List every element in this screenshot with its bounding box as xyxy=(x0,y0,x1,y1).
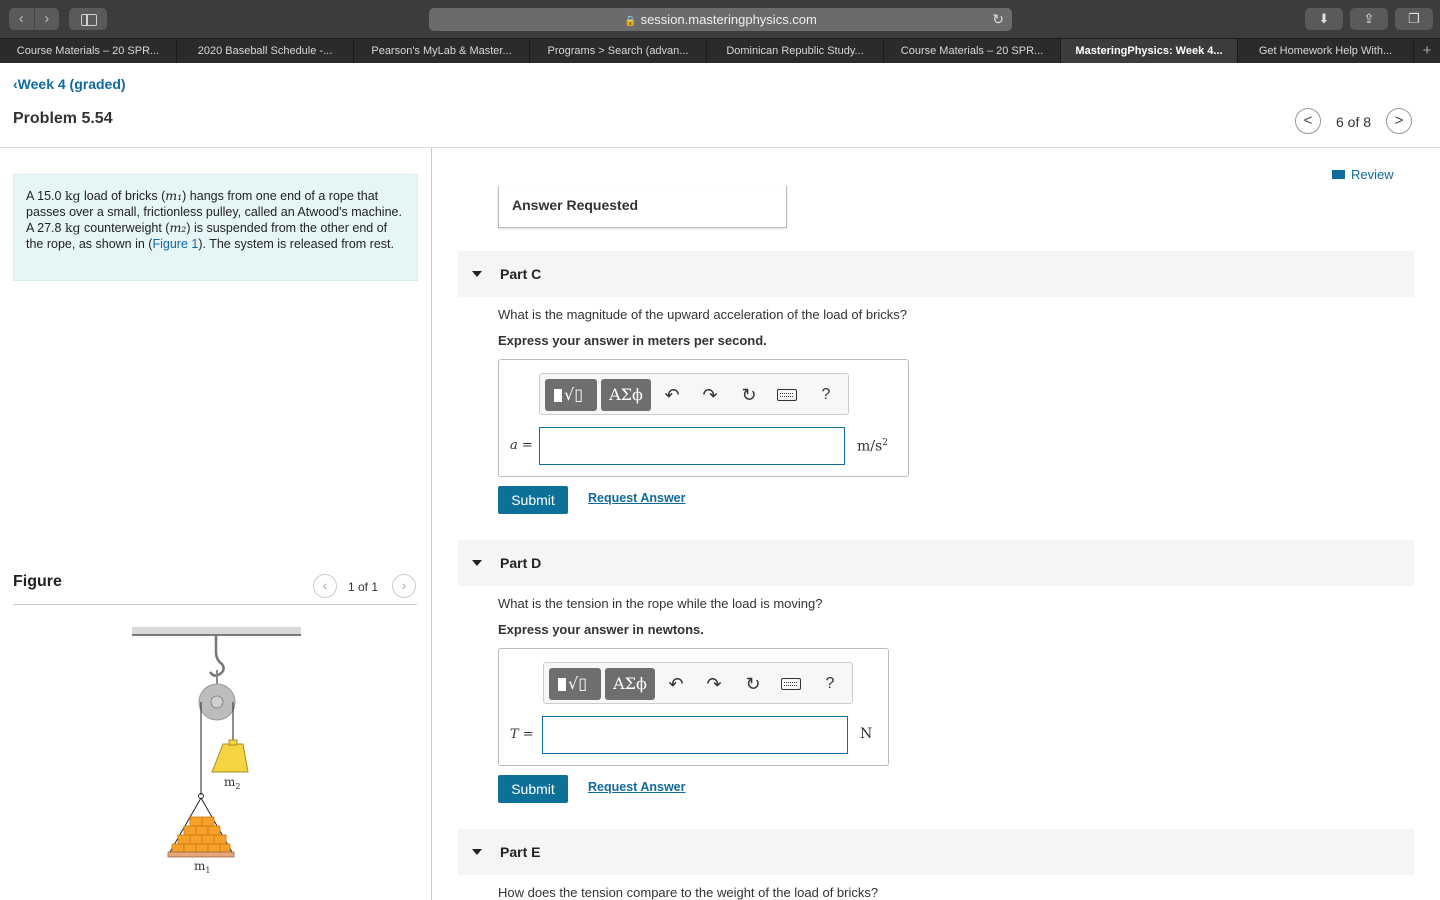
part-label: Part E xyxy=(500,844,541,860)
browser-tab-active[interactable]: MasteringPhysics: Week 4... xyxy=(1061,39,1238,63)
previous-problem-button[interactable]: < xyxy=(1295,108,1321,134)
sqrt-icon: √▯ xyxy=(564,385,583,404)
browser-tab[interactable]: Course Materials – 20 SPR... xyxy=(0,39,177,63)
keyboard-icon[interactable] xyxy=(777,389,797,401)
unit-label: N xyxy=(860,726,873,742)
math-toolbar: √▯ ΑΣϕ ↶ ↷ ↻ ? xyxy=(539,373,849,415)
browser-tab[interactable]: Dominican Republic Study... xyxy=(707,39,884,63)
redo-icon[interactable]: ↷ xyxy=(702,670,726,698)
part-e-question: How does the tension compare to the weig… xyxy=(498,885,879,900)
greek-symbols-button[interactable]: ΑΣϕ xyxy=(605,668,655,700)
back-to-assignment-link[interactable]: ‹Week 4 (graded) xyxy=(13,76,126,92)
figure-prev-button[interactable]: ‹ xyxy=(313,574,337,598)
atwood-machine-figure: m2 m1 xyxy=(132,627,301,875)
figure-divider xyxy=(13,604,417,605)
browser-tab[interactable]: Course Materials – 20 SPR... xyxy=(884,39,1061,63)
redo-icon[interactable]: ↷ xyxy=(698,381,722,409)
counterweight-m2 xyxy=(211,743,249,773)
page-title: Problem 5.54 xyxy=(13,110,113,127)
part-e-header[interactable]: Part E xyxy=(458,829,1414,875)
url-text: session.masteringphysics.com xyxy=(640,12,817,27)
new-tab-button[interactable]: + xyxy=(1414,39,1440,63)
help-icon[interactable]: ? xyxy=(818,670,842,698)
part-c-instruction: Express your answer in meters per second… xyxy=(498,333,767,348)
part-c-header[interactable]: Part C xyxy=(458,251,1414,297)
help-icon[interactable]: ? xyxy=(814,381,838,409)
part-label: Part C xyxy=(500,266,542,282)
sidebar-toggle-icon[interactable] xyxy=(69,8,107,30)
figure-pager: 1 of 1 xyxy=(348,580,379,594)
header-divider xyxy=(0,147,1440,148)
templates-button[interactable]: √▯ xyxy=(545,379,597,411)
part-d-instruction: Express your answer in newtons. xyxy=(498,622,704,637)
collapse-caret-icon xyxy=(472,271,482,277)
ceiling-beam xyxy=(132,627,301,635)
browser-nav-buttons: ‹ › xyxy=(9,8,59,30)
browser-titlebar: ‹ › 🔒 session.masteringphysics.com ↻ ⬇ ⇪ … xyxy=(0,0,1440,38)
variable-label: a = xyxy=(510,438,533,453)
figure-link[interactable]: Figure 1 xyxy=(152,237,198,251)
collapse-caret-icon xyxy=(472,849,482,855)
answer-requested-notice: Answer Requested xyxy=(498,186,787,228)
part-d-submit-button[interactable]: Submit xyxy=(498,775,568,803)
forward-arrow-icon[interactable]: › xyxy=(35,8,60,30)
reset-icon[interactable]: ↻ xyxy=(737,381,761,409)
browser-tab[interactable]: Programs > Search (advan... xyxy=(530,39,707,63)
unit-label: m/s2 xyxy=(857,438,888,455)
next-problem-button[interactable]: > xyxy=(1386,108,1412,134)
reset-icon[interactable]: ↻ xyxy=(741,670,765,698)
lock-icon: 🔒 xyxy=(624,16,637,27)
address-bar[interactable]: 🔒 session.masteringphysics.com ↻ xyxy=(429,8,1012,31)
label-m2: m2 xyxy=(224,775,240,791)
browser-tab[interactable]: 2020 Baseball Schedule -... xyxy=(177,39,354,63)
undo-icon[interactable]: ↶ xyxy=(664,670,688,698)
panel-splitter[interactable] xyxy=(431,148,432,900)
variable-label: T = xyxy=(510,727,534,742)
math-toolbar: √▯ ΑΣϕ ↶ ↷ ↻ ? xyxy=(543,662,853,704)
sqrt-icon: √▯ xyxy=(568,674,587,693)
back-arrow-icon[interactable]: ‹ xyxy=(9,8,35,30)
part-c-submit-button[interactable]: Submit xyxy=(498,486,568,514)
part-d-answer-input[interactable] xyxy=(542,716,848,754)
keyboard-icon[interactable] xyxy=(781,678,801,690)
hook-icon xyxy=(208,635,225,677)
undo-icon[interactable]: ↶ xyxy=(660,381,684,409)
part-c-answer-box: √▯ ΑΣϕ ↶ ↷ ↻ ? a = m/s2 xyxy=(498,359,909,477)
part-c-question: What is the magnitude of the upward acce… xyxy=(498,307,908,322)
browser-tab[interactable]: Pearson's MyLab & Master... xyxy=(354,39,530,63)
part-d-answer-box: √▯ ΑΣϕ ↶ ↷ ↻ ? T = N xyxy=(498,648,889,766)
problem-pager: 6 of 8 xyxy=(1336,114,1372,130)
browser-tab[interactable]: Get Homework Help With... xyxy=(1238,39,1414,63)
problem-statement: A 15.0 kg load of bricks (m₁) hangs from… xyxy=(13,174,418,281)
collapse-caret-icon xyxy=(472,560,482,566)
tabs-overview-icon[interactable]: ❐ xyxy=(1395,8,1433,30)
part-d-request-answer-link[interactable]: Request Answer xyxy=(588,780,685,794)
part-c-answer-input[interactable] xyxy=(539,427,845,465)
browser-tab-bar: Course Materials – 20 SPR... 2020 Baseba… xyxy=(0,38,1440,63)
label-m1: m1 xyxy=(194,859,210,875)
part-c-request-answer-link[interactable]: Request Answer xyxy=(588,491,685,505)
book-icon xyxy=(1332,170,1345,179)
brick-load-m1 xyxy=(167,816,235,858)
figure-heading: Figure xyxy=(13,573,62,590)
part-d-header[interactable]: Part D xyxy=(458,540,1414,586)
templates-button[interactable]: √▯ xyxy=(549,668,601,700)
reload-icon[interactable]: ↻ xyxy=(992,8,1004,31)
part-d-question: What is the tension in the rope while th… xyxy=(498,596,823,611)
greek-symbols-button[interactable]: ΑΣϕ xyxy=(601,379,651,411)
part-label: Part D xyxy=(500,555,542,571)
figure-next-button[interactable]: › xyxy=(392,574,416,598)
download-icon[interactable]: ⬇ xyxy=(1305,8,1343,30)
share-icon[interactable]: ⇪ xyxy=(1350,8,1388,30)
review-link[interactable]: Review xyxy=(1332,167,1394,182)
